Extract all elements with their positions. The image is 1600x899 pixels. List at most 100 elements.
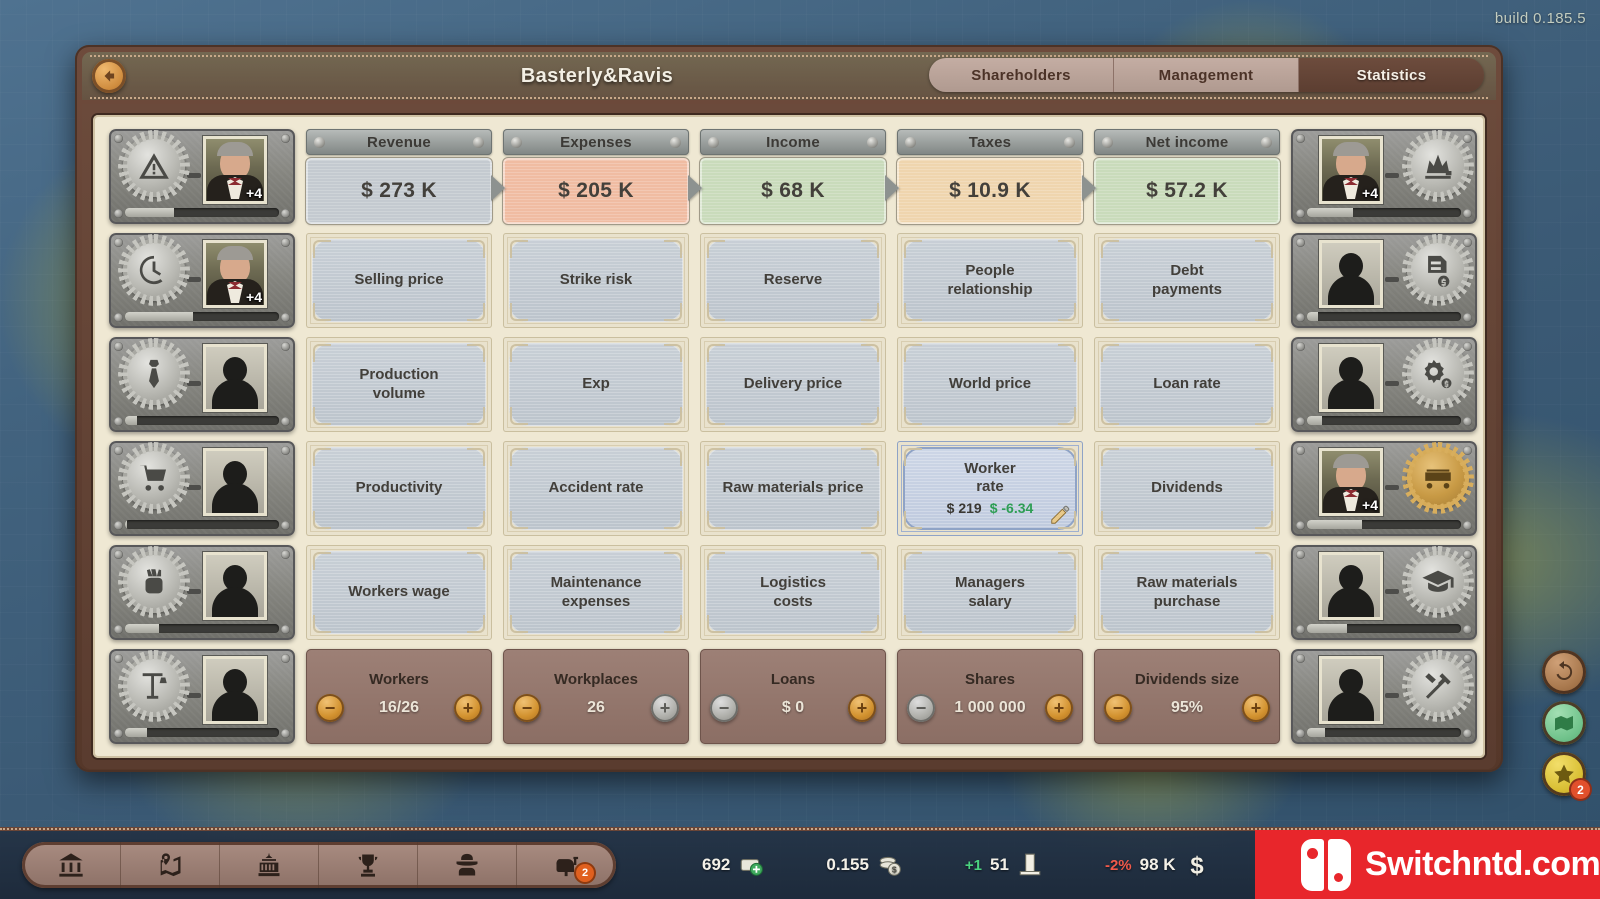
trophy-icon[interactable] (319, 842, 418, 888)
map-icon[interactable] (121, 842, 220, 888)
decrement-button[interactable]: − (316, 694, 344, 722)
kpi-income[interactable]: Income $ 68 K (700, 129, 899, 224)
screw-icon (114, 729, 123, 738)
increment-button[interactable]: + (1045, 694, 1073, 722)
kpi-body: $ 68 K (700, 158, 886, 224)
stat-cell-delivery-price[interactable]: Delivery price (700, 337, 886, 432)
capitol-icon[interactable] (220, 842, 319, 888)
kpi-label: Expenses (560, 133, 632, 151)
decrement-button[interactable]: − (710, 694, 738, 722)
mailbox-icon[interactable]: 2 (517, 842, 616, 888)
kpi-taxes[interactable]: Taxes $ 10.9 K (897, 129, 1096, 224)
stat-population[interactable]: +1 51 (965, 852, 1043, 878)
decrement-button[interactable]: − (1104, 694, 1132, 722)
stat-cell-production-volume[interactable]: Production volume (306, 337, 492, 432)
tab-management[interactable]: Management (1114, 58, 1299, 92)
progress-bar (1307, 624, 1461, 633)
back-arrow-icon[interactable] (92, 59, 126, 93)
left-panel-4[interactable] (109, 545, 295, 640)
stat-cell-loan-rate[interactable]: Loan rate (1094, 337, 1280, 432)
avatar (1318, 551, 1384, 621)
stepper-label: Shares (964, 671, 1016, 688)
stat-cell-strike-risk[interactable]: Strike risk (503, 233, 689, 328)
stat-cell-reserve[interactable]: Reserve (700, 233, 886, 328)
left-panel-3[interactable] (109, 441, 295, 536)
stat-cell-logistics-costs[interactable]: Logistics costs (700, 545, 886, 640)
tab-shareholders[interactable]: Shareholders (929, 58, 1114, 92)
stat-cell-selling-price[interactable]: Selling price (306, 233, 492, 328)
bolt-icon (1261, 136, 1272, 148)
star-icon[interactable]: 2 (1542, 752, 1590, 799)
screw-icon (281, 134, 290, 143)
region-map-icon[interactable] (1542, 701, 1586, 745)
stepper-label: Loans (770, 671, 816, 688)
spy-hat-icon[interactable] (418, 842, 517, 888)
stat-cell-worker-rate[interactable]: Worker rate $ 219 $ -6.34 (897, 441, 1083, 536)
stat-money[interactable]: -2% 98 K $ (1105, 852, 1210, 878)
pencil-icon[interactable] (1049, 504, 1071, 526)
company-window: Basterly&Ravis Shareholders Management S… (75, 45, 1503, 772)
stat-cell-exp[interactable]: Exp (503, 337, 689, 432)
cell-label: Productivity (355, 479, 443, 497)
screw-icon (1296, 446, 1305, 455)
stat-cell-workers-wage[interactable]: Workers wage (306, 545, 492, 640)
stat-value: 51 (990, 855, 1009, 874)
stat-cell-people-relationship[interactable]: People relationship (897, 233, 1083, 328)
stat-rate[interactable]: 0.155 $ (826, 852, 903, 878)
screw-icon (114, 625, 123, 634)
decrement-button[interactable]: − (513, 694, 541, 722)
decrement-button[interactable]: − (907, 694, 935, 722)
left-panel-5[interactable] (109, 649, 295, 744)
stat-value: 0.155 (826, 855, 869, 874)
right-panel-4[interactable] (1291, 545, 1477, 640)
refresh-icon[interactable] (1542, 650, 1586, 694)
increment-button[interactable]: + (651, 694, 679, 722)
stepper-label: Workplaces (554, 671, 638, 688)
stat-cell-managers-salary[interactable]: Managers salary (897, 545, 1083, 640)
right-panel-3[interactable]: +4 (1291, 441, 1477, 536)
increment-button[interactable]: + (1242, 694, 1270, 722)
window-content: +4 Revenue $ 273 K Expenses $ 205 K Inco… (82, 104, 1496, 769)
bolt-icon (867, 136, 878, 148)
screw-icon (114, 417, 123, 426)
right-panel-1[interactable] (1291, 233, 1477, 328)
kpi-label: Income (766, 133, 820, 151)
kpi-expenses[interactable]: Expenses $ 205 K (503, 129, 702, 224)
right-panel-0[interactable]: +4 (1291, 129, 1477, 224)
stat-cell-raw-materials-purchase[interactable]: Raw materials purchase (1094, 545, 1280, 640)
right-panel-2[interactable] (1291, 337, 1477, 432)
left-panel-1[interactable]: +4 (109, 233, 295, 328)
screw-icon (1296, 238, 1305, 247)
stat-cell-productivity[interactable]: Productivity (306, 441, 492, 536)
cell-label: Selling price (354, 271, 444, 289)
bank-icon[interactable] (22, 842, 121, 888)
kpi-net-income[interactable]: Net income $ 57.2 K (1094, 129, 1280, 224)
stat-cell-debt-payments[interactable]: Debt payments (1094, 233, 1280, 328)
stat-cash[interactable]: 692 (702, 852, 764, 878)
screw-icon (114, 313, 123, 322)
tab-statistics[interactable]: Statistics (1299, 58, 1484, 92)
money-stack-plus-icon (741, 859, 764, 876)
increment-button[interactable]: + (454, 694, 482, 722)
stat-cell-dividends[interactable]: Dividends (1094, 441, 1280, 536)
screw-icon (114, 654, 123, 663)
kpi-value: $ 273 K (361, 179, 437, 202)
bonus-badge: +4 (246, 289, 262, 305)
stat-cell-raw-materials-price[interactable]: Raw materials price (700, 441, 886, 536)
kpi-header: Taxes (897, 129, 1083, 155)
stat-cell-accident-rate[interactable]: Accident rate (503, 441, 689, 536)
stat-cell-maintenance-expenses[interactable]: Maintenance expenses (503, 545, 689, 640)
crane-gear-icon (123, 655, 185, 717)
left-panel-2[interactable] (109, 337, 295, 432)
left-panel-0[interactable]: +4 (109, 129, 295, 224)
screw-icon (1463, 521, 1472, 530)
increment-button[interactable]: + (848, 694, 876, 722)
screw-icon (1296, 729, 1305, 738)
clock-gear-icon (123, 239, 185, 301)
kpi-revenue[interactable]: Revenue $ 273 K (306, 129, 505, 224)
progress-bar (125, 312, 279, 321)
cell-label: Dividends (1151, 479, 1223, 497)
right-panel-5[interactable] (1291, 649, 1477, 744)
progress-bar (125, 520, 279, 529)
stat-cell-world-price[interactable]: World price (897, 337, 1083, 432)
